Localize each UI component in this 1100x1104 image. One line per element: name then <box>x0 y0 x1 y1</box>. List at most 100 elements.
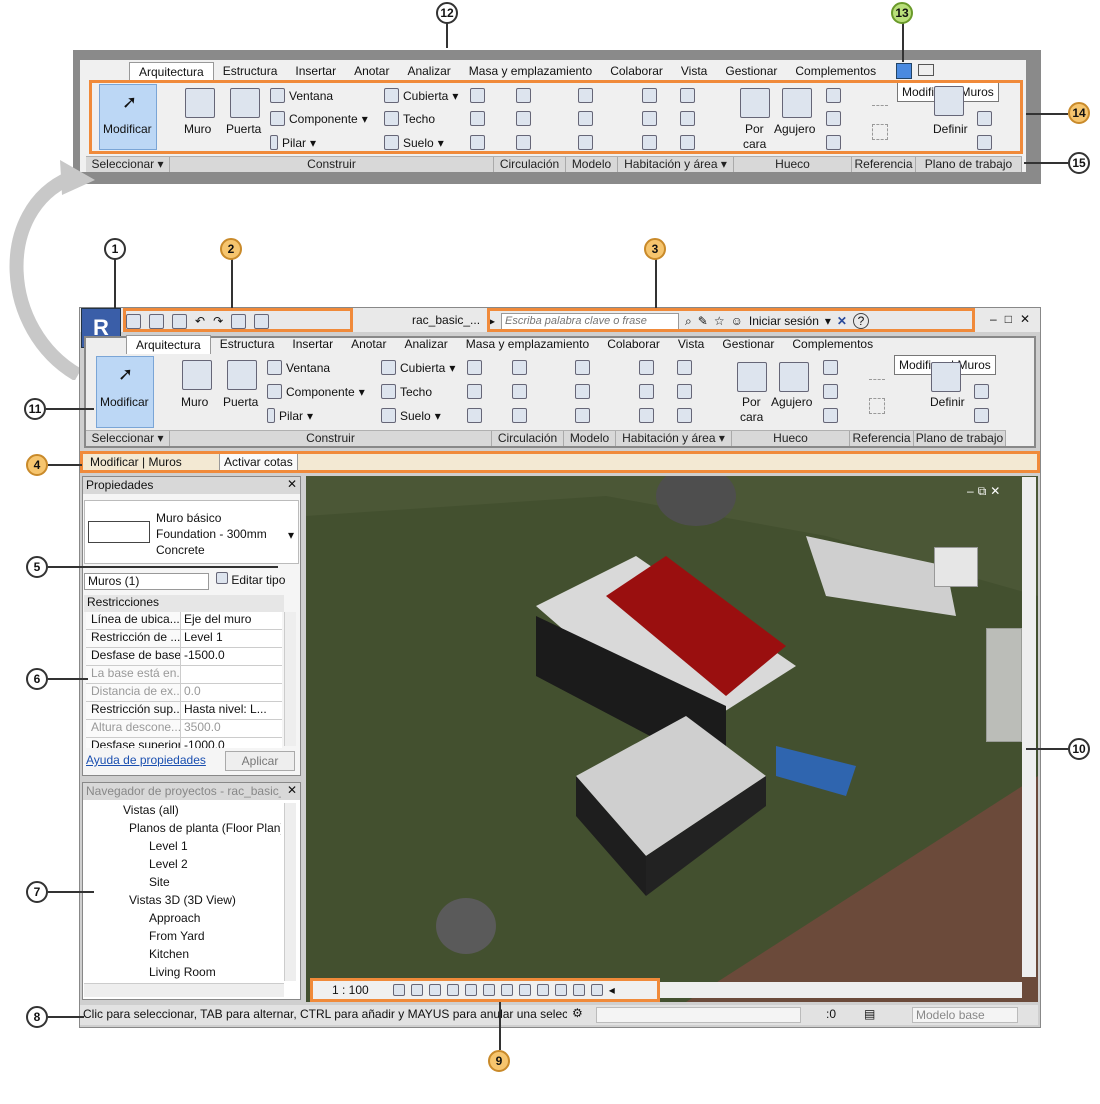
workset-dropdown[interactable] <box>596 1007 801 1023</box>
dormer-icon-main[interactable] <box>823 408 838 423</box>
cubierta-button[interactable]: Cubierta ▾ <box>381 360 455 375</box>
property-row[interactable]: Altura descone... 3500.0 <box>86 720 282 738</box>
tab-analizar-main[interactable]: Analizar <box>395 335 456 354</box>
componente-button[interactable]: Componente ▾ <box>267 384 365 399</box>
muro-label[interactable]: Muro <box>181 395 208 409</box>
tree-vistas-all[interactable]: Vistas (all) <box>123 803 179 817</box>
tab-gestionar-main[interactable]: Gestionar <box>713 335 783 354</box>
tree-from-yard[interactable]: From Yard <box>149 929 205 943</box>
worksets-icon[interactable]: ⚙ <box>572 1006 583 1020</box>
tab-arquitectura-main[interactable]: Arquitectura <box>126 335 211 354</box>
model-group-icon-main[interactable] <box>575 408 590 423</box>
tab-colaborar[interactable]: Colaborar <box>601 62 672 81</box>
horizontal-scrollbar[interactable] <box>660 982 1022 998</box>
panel-seleccionar-main[interactable]: Seleccionar ▾ <box>86 431 170 446</box>
tree-kitchen[interactable]: Kitchen <box>149 947 189 961</box>
design-option-dropdown[interactable]: Modelo base <box>912 1007 1018 1023</box>
property-value[interactable]: -1000.0 <box>181 738 282 748</box>
por-cara-main-2[interactable]: cara <box>740 410 763 424</box>
browser-scrollbar[interactable] <box>284 803 296 981</box>
ramp-icon-main[interactable] <box>512 384 527 399</box>
vertical-opening-icon-main[interactable] <box>823 384 838 399</box>
property-row[interactable]: Restricción sup... Hasta nivel: L... <box>86 702 282 720</box>
navigation-bar[interactable] <box>986 628 1022 742</box>
drawing-area[interactable] <box>306 476 1038 1002</box>
tag-room-icon-main[interactable] <box>639 408 654 423</box>
mullion-icon-main[interactable] <box>467 408 482 423</box>
tab-anotar-main[interactable]: Anotar <box>342 335 395 354</box>
area-boundary-icon-main[interactable] <box>677 384 692 399</box>
level-icon-main[interactable] <box>869 372 885 380</box>
property-value[interactable] <box>181 666 282 683</box>
properties-scrollbar[interactable] <box>284 612 296 746</box>
property-value[interactable]: -1500.0 <box>181 648 282 665</box>
properties-group-header[interactable]: Restricciones <box>84 595 284 612</box>
property-row[interactable]: Línea de ubica... Eje del muro <box>86 612 282 630</box>
tab-anotar[interactable]: Anotar <box>345 62 398 81</box>
property-row[interactable]: Restricción de ... Level 1 <box>86 630 282 648</box>
minimize-icon[interactable]: – <box>967 484 974 499</box>
ventana-button[interactable]: Ventana <box>267 360 330 375</box>
edit-type-button[interactable]: Editar tipo <box>216 572 285 587</box>
property-value[interactable]: Eje del muro <box>181 612 282 629</box>
tab-masa[interactable]: Masa y emplazamiento <box>460 62 601 81</box>
curtain-grid-icon-main[interactable] <box>467 384 482 399</box>
properties-help-link[interactable]: Ayuda de propiedades <box>86 753 206 767</box>
close-icon[interactable]: ✕ <box>1020 312 1030 326</box>
property-row[interactable]: Desfase de base -1500.0 <box>86 648 282 666</box>
tab-insertar[interactable]: Insertar <box>286 62 345 81</box>
viewer-icon-main[interactable] <box>974 408 989 423</box>
tree-vistas-3d[interactable]: Vistas 3D (3D View) <box>129 893 236 907</box>
property-value[interactable]: Level 1 <box>181 630 282 647</box>
tree-level-2[interactable]: Level 2 <box>149 857 188 871</box>
tree-level-1[interactable]: Level 1 <box>149 839 188 853</box>
tab-estructura[interactable]: Estructura <box>214 62 287 81</box>
property-row[interactable]: La base está en... <box>86 666 282 684</box>
tag-area-icon-main[interactable] <box>677 408 692 423</box>
curtain-system-icon-main[interactable] <box>467 360 482 375</box>
tab-vista[interactable]: Vista <box>672 62 716 81</box>
model-text-icon-main[interactable] <box>575 360 590 375</box>
wall-opening-icon-main[interactable] <box>823 360 838 375</box>
close-icon[interactable]: ✕ <box>287 477 297 491</box>
contextual-tab-icon[interactable] <box>896 63 912 79</box>
close-icon[interactable]: ✕ <box>287 783 297 797</box>
tree-planos-planta[interactable]: Planos de planta (Floor Plan) <box>129 821 281 835</box>
panel-habitacion[interactable]: Habitación y área ▾ <box>618 157 734 172</box>
tab-gestionar[interactable]: Gestionar <box>716 62 786 81</box>
por-cara-main-1[interactable]: Por <box>742 395 761 409</box>
tree-site[interactable]: Site <box>149 875 170 889</box>
browser-hscrollbar[interactable] <box>84 983 284 997</box>
minimize-ribbon-icon[interactable] <box>918 64 934 76</box>
tab-colaborar-main[interactable]: Colaborar <box>598 335 669 354</box>
tab-analizar[interactable]: Analizar <box>398 62 459 81</box>
tab-complementos-main[interactable]: Complementos <box>783 335 882 354</box>
tab-vista-main[interactable]: Vista <box>669 335 713 354</box>
view-window-controls[interactable]: – ⧉ ✕ <box>967 484 1000 499</box>
vertical-scrollbar[interactable] <box>1022 477 1036 977</box>
property-value[interactable]: Hasta nivel: L... <box>181 702 282 719</box>
tab-arquitectura[interactable]: Arquitectura <box>129 62 214 81</box>
property-row[interactable]: Desfase superior -1000.0 <box>86 738 282 748</box>
railing-icon-main[interactable] <box>512 360 527 375</box>
model-line-icon-main[interactable] <box>575 384 590 399</box>
pilar-button[interactable]: Pilar ▾ <box>267 408 313 423</box>
tree-living-room[interactable]: Living Room <box>149 965 216 979</box>
tab-masa-main[interactable]: Masa y emplazamiento <box>457 335 598 354</box>
property-value[interactable]: 3500.0 <box>181 720 282 737</box>
area-icon-main[interactable] <box>677 360 692 375</box>
room-icon-main[interactable] <box>639 360 654 375</box>
property-row[interactable]: Distancia de ex... 0.0 <box>86 684 282 702</box>
tab-insertar-main[interactable]: Insertar <box>283 335 342 354</box>
close-icon[interactable]: ✕ <box>990 484 1000 499</box>
panel-habitacion-main[interactable]: Habitación y área ▾ <box>616 431 732 446</box>
restore-icon[interactable]: ⧉ <box>978 484 987 499</box>
instance-selector[interactable]: Muros (1) <box>84 573 209 590</box>
viewcube[interactable] <box>934 547 978 587</box>
puerta-label[interactable]: Puerta <box>223 395 258 409</box>
apply-button[interactable]: Aplicar <box>225 751 295 771</box>
grid-icon-main[interactable] <box>869 398 885 414</box>
maximize-icon[interactable]: □ <box>1005 312 1012 326</box>
room-separator-icon-main[interactable] <box>639 384 654 399</box>
tab-complementos[interactable]: Complementos <box>786 62 885 81</box>
